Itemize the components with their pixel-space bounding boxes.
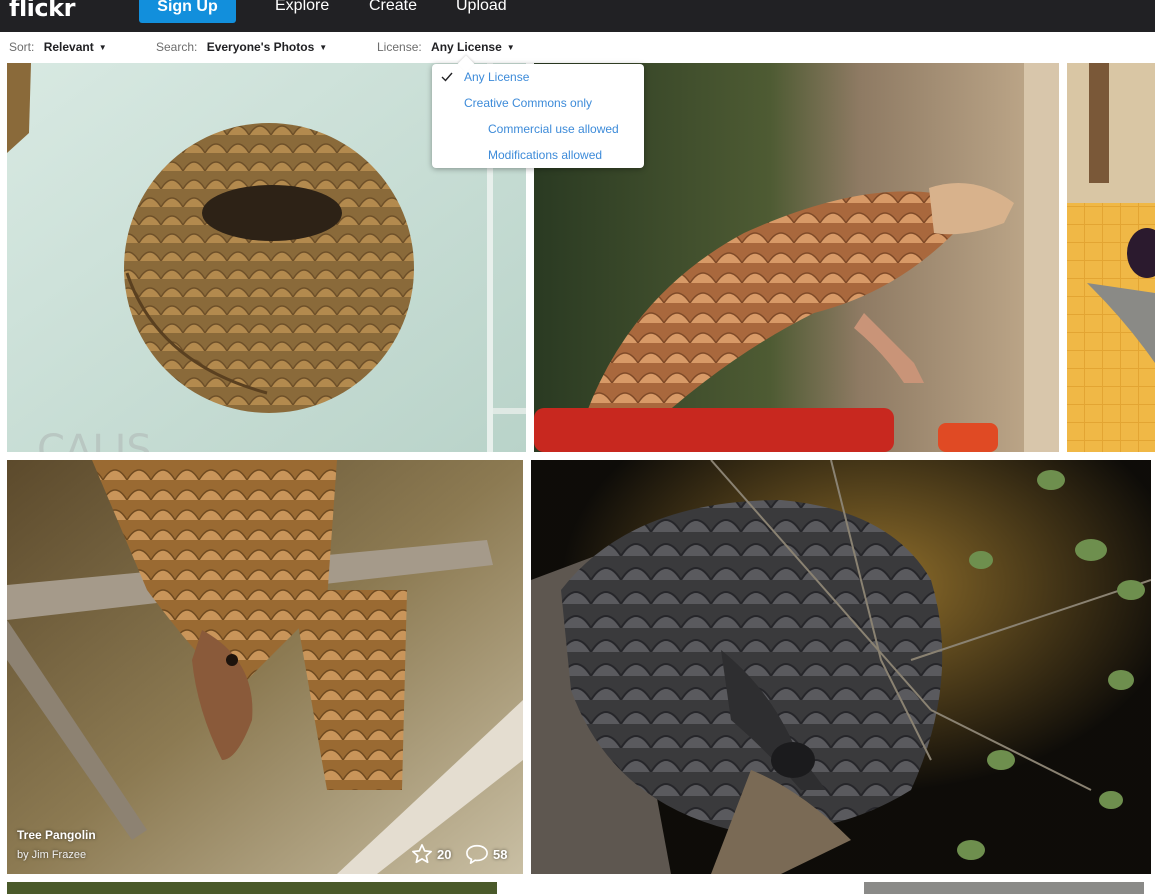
license-value: Any License	[431, 40, 502, 54]
top-nav: flickr Sign Up Explore Create Upload	[0, 0, 1155, 32]
flickr-logo[interactable]: flickr	[9, 0, 75, 22]
nav-create-link[interactable]: Create	[369, 0, 417, 15]
caret-down-icon: ▼	[98, 43, 107, 52]
photo-image	[531, 460, 1151, 874]
photo-partial-bottom-left[interactable]	[7, 882, 497, 894]
license-option-commercial[interactable]: Commercial use allowed	[488, 122, 619, 136]
photo-partial-right[interactable]	[1067, 63, 1155, 452]
svg-text:CALIS: CALIS	[37, 427, 152, 452]
sort-value: Relevant	[43, 40, 94, 54]
fave-count: 20	[437, 846, 452, 862]
check-icon	[441, 72, 453, 82]
sign-up-button[interactable]: Sign Up	[139, 0, 236, 23]
search-scope-dropdown[interactable]: Search: Everyone's Photos ▼	[156, 40, 327, 54]
search-scope-label: Search:	[156, 40, 198, 54]
photo-image	[7, 460, 523, 874]
caret-down-icon: ▼	[506, 43, 515, 52]
sort-dropdown[interactable]: Sort: Relevant ▼	[9, 40, 107, 54]
filter-bar: Sort: Relevant ▼ Search: Everyone's Photo…	[0, 32, 1155, 62]
photo-author[interactable]: by Jim Frazee	[17, 849, 86, 861]
comment-count: 58	[493, 846, 508, 862]
photo-tree-pangolin[interactable]	[7, 460, 523, 874]
license-dropdown[interactable]: License: Any License ▼	[377, 40, 515, 54]
license-option-any[interactable]: Any License	[464, 70, 529, 84]
comment-stat[interactable]: 58	[465, 843, 507, 865]
sort-label: Sort:	[9, 40, 35, 54]
nav-upload-link[interactable]: Upload	[456, 0, 507, 15]
license-label: License:	[377, 40, 422, 54]
caret-down-icon: ▼	[319, 43, 328, 52]
fave-stat[interactable]: 20	[411, 843, 451, 865]
photo-partial-bottom-right[interactable]	[864, 882, 1144, 894]
license-option-creative-commons[interactable]: Creative Commons only	[464, 96, 592, 110]
search-scope-value: Everyone's Photos	[206, 40, 315, 54]
star-icon	[412, 844, 432, 864]
photo-image	[1067, 63, 1155, 452]
photo-night-pangolin[interactable]	[531, 460, 1151, 874]
nav-explore-link[interactable]: Explore	[275, 0, 329, 15]
photo-title[interactable]: Tree Pangolin	[17, 828, 96, 842]
license-option-modifications[interactable]: Modifications allowed	[488, 148, 602, 162]
license-menu: Any License Creative Commons only Commer…	[432, 64, 644, 168]
comment-icon	[466, 844, 488, 864]
